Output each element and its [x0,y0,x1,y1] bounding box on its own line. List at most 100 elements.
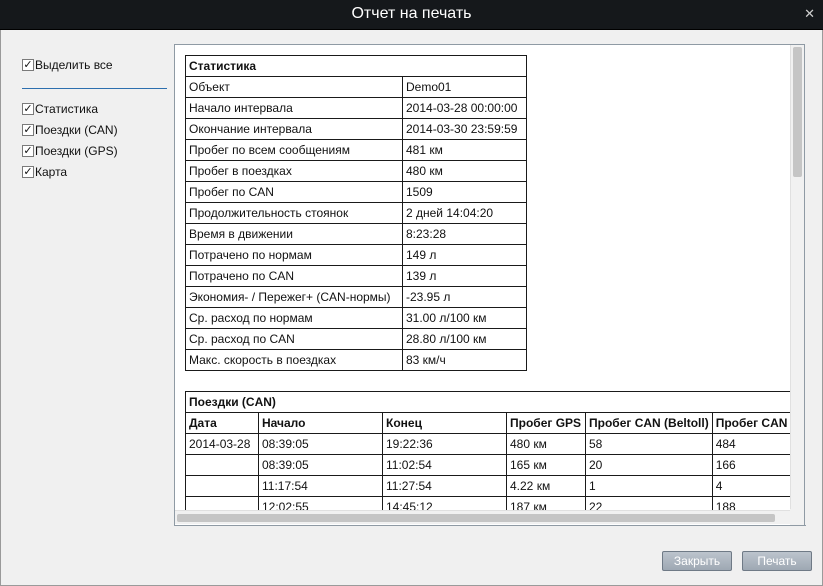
table-row: Время в движении 8:23:28 [185,223,527,245]
stat-value: 139 л [402,265,527,287]
checkbox-checked-icon[interactable]: ✓ [22,123,34,136]
checkbox-label: Поездки (CAN) [35,122,118,137]
table-cell: 08:39:05 [258,454,383,476]
stat-value: 480 км [402,160,527,182]
checkbox-checked-icon[interactable]: ✓ [22,144,34,157]
table-cell: 484 [711,433,803,455]
column-header: Дата [185,412,259,434]
stat-value: 1509 [402,181,527,203]
table-row: 08:39:05 11:02:54 165 км 20 166 [185,454,803,476]
stat-value: 149 л [402,244,527,266]
table-row: Пробег по CAN 1509 [185,181,527,203]
table-cell: 2014-03-28 [185,433,259,455]
table-row: Ср. расход по нормам 31.00 л/100 км [185,307,527,329]
table-cell: 11:17:54 [258,475,383,497]
table-cell: 08:39:05 [258,433,383,455]
checkbox-label: Поездки (GPS) [35,143,118,158]
table-cell: 58 [585,433,713,455]
close-button[interactable]: Закрыть [662,551,732,571]
statistics-table: Статистика Объект Demo01 Начало интервала… [185,55,527,371]
column-header: Пробег CAN ( [711,412,803,434]
stat-value: 481 км [402,139,527,161]
column-header: Пробег CAN (Beltoll) [585,412,713,434]
table-row: Пробег в поездках 480 км [185,160,527,182]
checkbox-checked-icon[interactable]: ✓ [22,102,34,115]
checkbox-checked-icon[interactable]: ✓ [22,58,34,71]
stat-value: 83 км/ч [402,349,527,371]
table-row: Продолжительность стоянок 2 дней 14:04:20 [185,202,527,224]
checkbox-statistics[interactable]: ✓ Статистика [22,98,167,119]
stat-value: 31.00 л/100 км [402,307,527,329]
table-cell: 1 [585,475,713,497]
table-row: 11:17:54 11:27:54 4.22 км 1 4 [185,475,803,497]
table-row: Пробег по всем сообщениям 481 км [185,139,527,161]
select-all-checkbox[interactable]: ✓ Выделить все [22,54,167,75]
table-row: Окончание интервала 2014-03-30 23:59:59 [185,118,527,140]
vertical-scrollbar[interactable] [790,45,804,509]
stat-label: Время в движении [185,223,403,245]
column-header: Пробег GPS [506,412,586,434]
stat-label: Потрачено по нормам [185,244,403,266]
horizontal-scrollbar[interactable] [175,510,790,524]
stat-value: Demo01 [402,76,527,98]
window-title: Отчет на печать [351,5,472,22]
table-row: Макс. скорость в поездках 83 км/ч [185,349,527,371]
table-header-row: Дата Начало Конец Пробег GPS Пробег CAN … [185,412,803,434]
stat-label: Ср. расход по нормам [185,307,403,329]
table-cell: 19:22:36 [382,433,507,455]
stat-label: Продолжительность стоянок [185,202,403,224]
stat-value: 2 дней 14:04:20 [402,202,527,224]
stat-value: 28.80 л/100 км [402,328,527,350]
stat-label: Окончание интервала [185,118,403,140]
checkbox-trips-can[interactable]: ✓ Поездки (CAN) [22,119,167,140]
table-cell [185,454,259,476]
table-row: 2014-03-28 08:39:05 19:22:36 480 км 58 4… [185,433,803,455]
checkbox-label: Статистика [35,101,99,116]
table-cell: 4 [711,475,803,497]
statistics-title: Статистика [185,55,527,77]
table-row: Объект Demo01 [185,76,527,98]
stat-value: -23.95 л [402,286,527,308]
table-row: Экономия- / Пережег+ (CAN-нормы) -23.95 л [185,286,527,308]
trips-can-table: Поездки (CAN) Дата Начало Конец Пробег G… [185,391,803,518]
checkbox-checked-icon[interactable]: ✓ [22,165,34,178]
table-cell: 11:27:54 [382,475,507,497]
stat-label: Экономия- / Пережег+ (CAN-нормы) [185,286,403,308]
table-cell: 20 [585,454,713,476]
title-bar: Отчет на печать ✕ [0,0,823,30]
stat-label: Потрачено по CAN [185,265,403,287]
table-cell [185,475,259,497]
close-icon[interactable]: ✕ [804,7,815,20]
sidebar: ✓ Выделить все ✓ Статистика ✓ Поездки (C… [22,54,167,182]
checkbox-trips-gps[interactable]: ✓ Поездки (GPS) [22,140,167,161]
table-cell: 480 км [506,433,586,455]
stat-label: Начало интервала [185,97,403,119]
panel-bottom-border [174,525,806,526]
stat-label: Пробег по всем сообщениям [185,139,403,161]
stat-value: 2014-03-30 23:59:59 [402,118,527,140]
stat-value: 2014-03-28 00:00:00 [402,97,527,119]
table-row: Начало интервала 2014-03-28 00:00:00 [185,97,527,119]
print-button[interactable]: Печать [742,551,812,571]
stat-label: Макс. скорость в поездках [185,349,403,371]
table-cell: 165 км [506,454,586,476]
trips-can-title: Поездки (CAN) [185,391,803,413]
column-header: Начало [258,412,383,434]
sidebar-divider [22,88,167,89]
scrollbar-thumb[interactable] [177,514,775,522]
stat-label: Объект [185,76,403,98]
select-all-label: Выделить все [35,57,113,72]
table-row: Ср. расход по CAN 28.80 л/100 км [185,328,527,350]
table-cell: 166 [711,454,803,476]
checkbox-map[interactable]: ✓ Карта [22,161,167,182]
stat-label: Пробег по CAN [185,181,403,203]
stat-label: Пробег в поездках [185,160,403,182]
table-row: Потрачено по CAN 139 л [185,265,527,287]
stat-label: Ср. расход по CAN [185,328,403,350]
column-header: Конец [382,412,507,434]
checkbox-label: Карта [35,164,68,179]
table-row: Потрачено по нормам 149 л [185,244,527,266]
table-cell: 11:02:54 [382,454,507,476]
scrollbar-thumb[interactable] [793,47,802,177]
table-cell: 4.22 км [506,475,586,497]
